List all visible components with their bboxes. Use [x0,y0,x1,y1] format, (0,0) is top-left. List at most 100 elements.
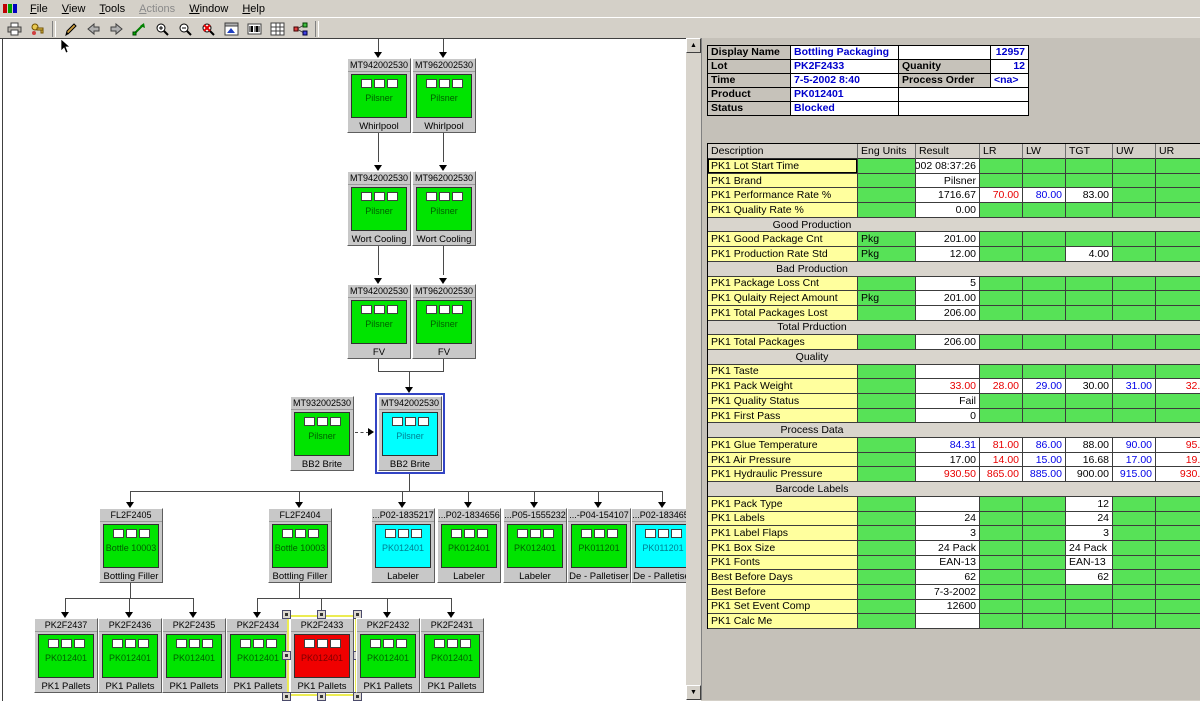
print-button[interactable] [3,20,26,39]
zoom-in-button[interactable] [151,20,174,39]
vertical-scrollbar[interactable]: ▲ ▼ [686,38,701,700]
diagram-node-PK2F2436[interactable]: PK2F2436PK012401PK1 Pallets [98,618,162,693]
diagram-node-P051555232[interactable]: ...P05-1555232PK012401Labeler [503,508,567,583]
grid-description-cell[interactable]: PK1 Pack Weight [708,379,858,394]
grid-value-cell [1066,365,1113,380]
menu-tools[interactable]: Tools [92,2,132,16]
scroll-up-button[interactable]: ▲ [686,38,701,53]
diagram-node-PK2F2437[interactable]: PK2F2437PK012401PK1 Pallets [34,618,98,693]
grid-description-cell[interactable]: PK1 First Pass [708,409,858,424]
grid-description-cell[interactable]: PK1 Brand [708,174,858,189]
selection-handle[interactable] [282,651,291,660]
diagram-node-MT962002530[interactable]: MT962002530PilsnerWort Cooling [412,171,476,246]
grid-row: PK1 First Pass0 [708,409,1200,424]
barcode-button[interactable] [243,20,266,39]
view-window-button[interactable] [220,20,243,39]
navigate-button[interactable] [128,20,151,39]
grid-description-cell[interactable]: PK1 Pack Type [708,497,858,512]
grid-row: PK1 Set Event Comp12600 [708,600,1200,615]
grid-description-cell[interactable]: PK1 Quality Rate % [708,203,858,218]
diagram-node-MT942002530[interactable]: MT942002530PilsnerWort Cooling [347,171,411,246]
selection-handle[interactable] [317,610,326,619]
diagram-node-PK2F2433[interactable]: PK2F2433PK012401PK1 Pallets [290,618,354,693]
grid-section: Good Production [708,218,1200,233]
diagram-node-MT942002530[interactable]: MT942002530PilsnerBB2 Brite [378,396,442,471]
diagram-node-PK2F2431[interactable]: PK2F2431PK012401PK1 Pallets [420,618,484,693]
diagram-node-MT942002530[interactable]: MT942002530PilsnerFV [347,284,411,359]
diagram-node-P021834656[interactable]: ...P02-1834656PK012401Labeler [437,508,501,583]
grid-description-cell[interactable]: PK1 Labels [708,512,858,527]
grid-description-cell[interactable]: PK1 Qulaity Reject Amount [708,291,858,306]
diagram-node-PK2F2432[interactable]: PK2F2432PK012401PK1 Pallets [356,618,420,693]
grid-description-cell[interactable]: PK1 Box Size [708,541,858,556]
edit-button[interactable] [59,20,82,39]
grid-value-cell [980,556,1023,571]
node-body: Pilsner [416,300,472,344]
diagram-node-PK2F2435[interactable]: PK2F2435PK012401PK1 Pallets [162,618,226,693]
diagram-node-MT962002530[interactable]: MT962002530PilsnerWhirlpool [412,58,476,133]
node-status-box [374,305,385,314]
zoom-reset-button[interactable] [197,20,220,39]
menu-help[interactable]: Help [235,2,272,16]
grid-description-cell[interactable]: PK1 Total Packages [708,335,858,350]
grid-description-cell[interactable]: PK1 Label Flaps [708,526,858,541]
grid-description-cell[interactable]: PK1 Performance Rate % [708,188,858,203]
grid-value-cell [1023,556,1066,571]
grid-description-cell[interactable]: PK1 Good Package Cnt [708,232,858,247]
connector-line [451,598,452,612]
selection-handle[interactable] [282,610,291,619]
diagram-node-FL2F2404[interactable]: FL2F2404Bottle 10003Bottling Filler [268,508,332,583]
node-lot-id: FL2F2404 [269,509,331,522]
grid-description-cell[interactable]: PK1 Total Packages Lost [708,306,858,321]
grid-description-cell[interactable]: PK1 Fonts [708,556,858,571]
forward-button[interactable] [105,20,128,39]
grid-description-cell[interactable]: Best Before [708,585,858,600]
grid-description-cell[interactable]: PK1 Hydraulic Pressure [708,467,858,482]
node-status-boxes [295,417,349,426]
menu-window[interactable]: Window [182,2,235,16]
grid-description-cell[interactable]: PK1 Lot Start Time [708,159,858,174]
info-value: 12957 [991,46,1029,60]
diagram-node-PK2F2434[interactable]: PK2F2434PK012401PK1 Pallets [226,618,290,693]
grid-row: PK1 Label Flaps33 [708,526,1200,541]
diagram-node-FL2F2405[interactable]: FL2F2405Bottle 10003Bottling Filler [99,508,163,583]
grid-description-cell[interactable]: PK1 Air Pressure [708,453,858,468]
scroll-down-button[interactable]: ▼ [686,685,701,700]
grid-description-cell[interactable]: Best Before Days [708,570,858,585]
zoom-out-button[interactable] [174,20,197,39]
grid-description-cell[interactable]: PK1 Production Rate Std [708,247,858,262]
grid-row: PK1 Quality StatusFail [708,394,1200,409]
node-status-box [405,417,416,426]
node-lot-id: MT962002530 [413,59,475,72]
node-status-box [126,529,137,538]
grid-description-cell[interactable]: PK1 Package Loss Cnt [708,277,858,292]
diagram-node-MT962002530[interactable]: MT962002530PilsnerFV [412,284,476,359]
grid-value-cell: 24 [1066,512,1113,527]
grid-section-row: Process Data [708,423,1200,438]
node-status-boxes [352,305,406,314]
table-button[interactable] [266,20,289,39]
node-product: PK012401 [361,653,415,663]
menu-view[interactable]: View [55,2,93,16]
node-status-box [607,529,618,538]
diagram-node-MT942002530[interactable]: MT942002530PilsnerWhirlpool [347,58,411,133]
diagram-node-P04154107[interactable]: ...-P04-154107PK011201De - Palletiser [567,508,631,583]
connector-line [129,598,130,612]
grid-description-cell[interactable]: PK1 Glue Temperature [708,438,858,453]
grid-value-cell [1066,409,1113,424]
diagram-node-MT932002530[interactable]: MT932002530PilsnerBB2 Brite [290,396,354,471]
user-key-button[interactable] [26,20,49,39]
node-status-box [330,639,341,648]
grid-section-label: Good Production [708,219,916,231]
genealogy-button[interactable] [289,20,312,39]
menu-file[interactable]: File [23,2,55,16]
diagram-node-P021835217[interactable]: ...P02-1835217PK012401Labeler [371,508,435,583]
grid-description-cell[interactable]: PK1 Calc Me [708,614,858,629]
grid-engunits-cell [858,614,916,629]
grid-description-cell[interactable]: PK1 Quality Status [708,394,858,409]
grid-engunits-cell [858,600,916,615]
menu-actions[interactable]: Actions [132,2,182,16]
grid-description-cell[interactable]: PK1 Taste [708,365,858,380]
grid-description-cell[interactable]: PK1 Set Event Comp [708,600,858,615]
back-button[interactable] [82,20,105,39]
